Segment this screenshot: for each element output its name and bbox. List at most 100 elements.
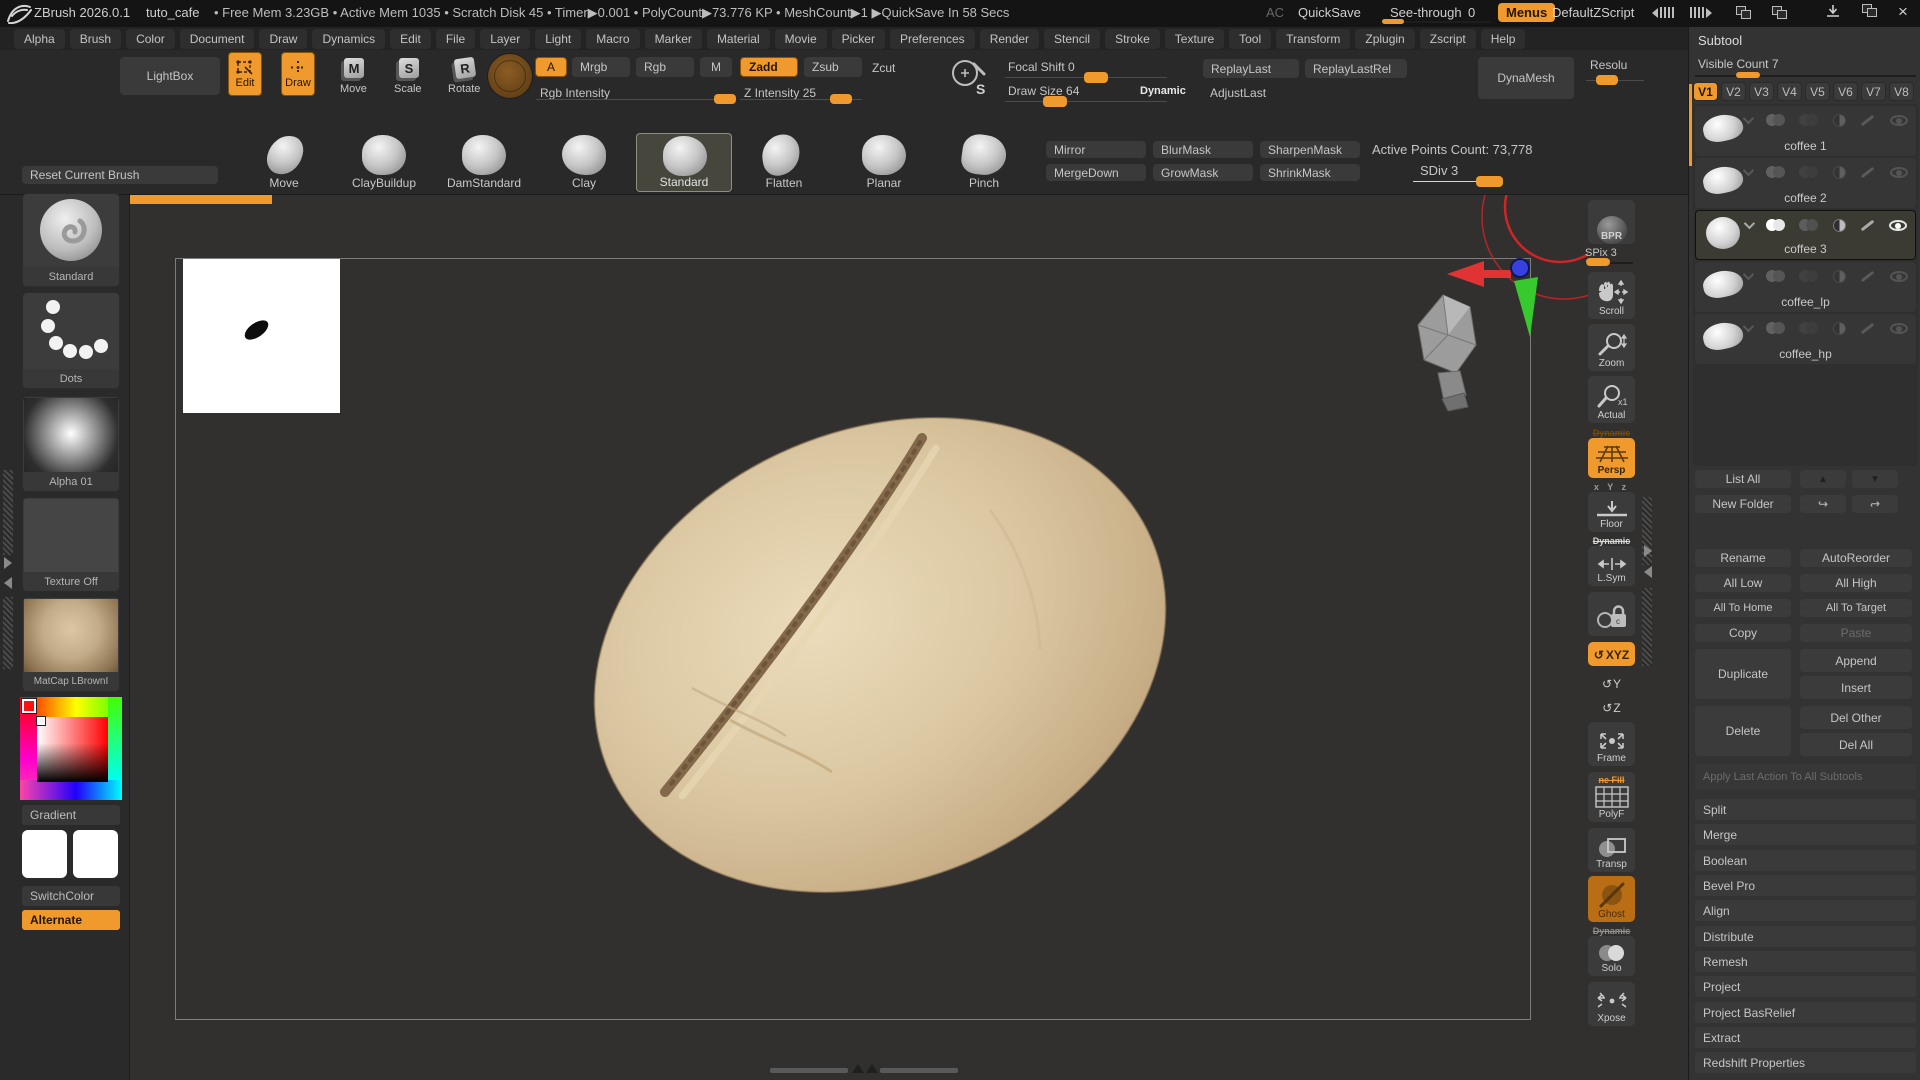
rotate-y-button[interactable]: ↺Y bbox=[1588, 672, 1635, 694]
sv-cursor[interactable] bbox=[37, 717, 45, 725]
navigation-gizmo[interactable] bbox=[1408, 195, 1588, 435]
rgb-intensity-slider[interactable]: Rgb Intensity bbox=[540, 86, 610, 100]
chevron-down-icon[interactable] bbox=[1744, 218, 1755, 229]
polypaint-brush-icon[interactable] bbox=[1861, 270, 1875, 282]
dynamesh-button[interactable]: DynaMesh bbox=[1478, 57, 1574, 99]
insert-button[interactable]: Insert bbox=[1800, 676, 1912, 699]
frame-button[interactable]: Frame bbox=[1588, 722, 1635, 766]
boolean-button[interactable]: Boolean bbox=[1695, 850, 1916, 871]
h-scrollbar-right[interactable] bbox=[880, 1068, 958, 1073]
move-gyro-icon[interactable]: M bbox=[344, 58, 364, 78]
ghost-button[interactable]: Ghost bbox=[1588, 876, 1635, 922]
menu-marker[interactable]: Marker bbox=[645, 29, 702, 49]
project-basrelief-button[interactable]: Project BasRelief bbox=[1695, 1002, 1916, 1023]
right-scroll-strip-2[interactable] bbox=[1642, 588, 1652, 666]
shade-toggle-icon[interactable] bbox=[1799, 322, 1818, 334]
brush-tile-damstandard[interactable]: DamStandard bbox=[436, 133, 532, 192]
close-button[interactable]: × bbox=[1898, 2, 1908, 22]
subtool-row-coffee-1[interactable]: coffee 1 bbox=[1695, 106, 1916, 156]
blurmask-button[interactable]: BlurMask bbox=[1153, 141, 1253, 158]
autoreorder-button[interactable]: AutoReorder bbox=[1800, 549, 1912, 567]
sdiv-slider[interactable]: SDiv 3 bbox=[1420, 163, 1458, 178]
focal-shift-slider[interactable]: Focal Shift 0 bbox=[1008, 60, 1075, 74]
remesh-button[interactable]: Remesh bbox=[1695, 951, 1916, 972]
menu-alpha[interactable]: Alpha bbox=[14, 29, 65, 49]
tab-v2[interactable]: V2 bbox=[1721, 82, 1746, 101]
bpr-button[interactable]: BPR bbox=[1588, 200, 1635, 244]
menu-stencil[interactable]: Stencil bbox=[1044, 29, 1100, 49]
rename-button[interactable]: Rename bbox=[1695, 549, 1791, 567]
floor-axes-toggle[interactable]: x Y z bbox=[1588, 482, 1635, 492]
brush-tile-planar[interactable]: Planar bbox=[836, 133, 932, 192]
move-subtool-up-button[interactable]: ▲ bbox=[1800, 470, 1846, 488]
tray-collapse-arrow-icon[interactable] bbox=[1644, 566, 1652, 578]
left-scroll-strip-2[interactable] bbox=[3, 597, 13, 669]
shade-toggle-icon[interactable] bbox=[1799, 114, 1818, 126]
visibility-eye-icon[interactable] bbox=[1890, 323, 1908, 334]
mrgb-button[interactable]: Mrgb bbox=[572, 57, 630, 77]
scale-gyro-icon[interactable]: S bbox=[399, 58, 419, 78]
brush-tile-clay[interactable]: Clay bbox=[536, 133, 632, 192]
transparency-button[interactable]: Transp bbox=[1588, 828, 1635, 872]
menu-picker[interactable]: Picker bbox=[832, 29, 885, 49]
menu-color[interactable]: Color bbox=[126, 29, 175, 49]
color-picker[interactable] bbox=[20, 697, 122, 800]
z-intensity-handle[interactable] bbox=[830, 94, 852, 104]
rotate-z-button[interactable]: ↺Z bbox=[1588, 696, 1635, 718]
sdiv-handle[interactable] bbox=[1476, 176, 1503, 187]
gradient-toggle[interactable]: Gradient bbox=[22, 805, 120, 825]
matcap-tile[interactable]: MatCap LBrownI bbox=[22, 597, 120, 692]
scroll-up-arrow-icon[interactable] bbox=[852, 1064, 864, 1073]
paint-toggle-icon[interactable] bbox=[1766, 166, 1785, 178]
zoom-button[interactable]: Zoom bbox=[1588, 324, 1635, 371]
see-through-slider-label[interactable]: See-through bbox=[1390, 5, 1462, 20]
local-symmetry-button[interactable]: L.Sym bbox=[1588, 546, 1635, 586]
apply-last-action-button[interactable]: Apply Last Action To All Subtools bbox=[1695, 764, 1916, 790]
redshift-properties-button[interactable]: Redshift Properties bbox=[1695, 1052, 1916, 1073]
brush-tile-claybuildup[interactable]: ClayBuildup bbox=[336, 133, 432, 192]
growmask-button[interactable]: GrowMask bbox=[1153, 164, 1253, 181]
persp-dynamic-label[interactable]: Dynamic bbox=[1588, 428, 1635, 438]
m-button[interactable]: M bbox=[700, 57, 732, 77]
expand-right-arrow-icon[interactable] bbox=[4, 557, 12, 569]
menu-layer[interactable]: Layer bbox=[480, 29, 530, 49]
scale-label[interactable]: Scale bbox=[394, 83, 422, 95]
rotate-label[interactable]: Rotate bbox=[448, 83, 480, 95]
dynamesh-resolution-slider[interactable]: Resolu bbox=[1590, 58, 1627, 72]
rgb-button[interactable]: Rgb bbox=[636, 57, 694, 77]
brush-tile-pinch[interactable]: Pinch bbox=[936, 133, 1032, 192]
list-all-button[interactable]: List All bbox=[1695, 470, 1791, 488]
all-to-target-button[interactable]: All To Target bbox=[1800, 599, 1912, 617]
mergedown-button[interactable]: MergeDown bbox=[1046, 164, 1146, 181]
paste-button[interactable]: Paste bbox=[1800, 624, 1912, 642]
duplicate-button[interactable]: Duplicate bbox=[1695, 649, 1791, 699]
chevron-down-icon[interactable] bbox=[1743, 113, 1754, 124]
paint-toggle-icon[interactable] bbox=[1766, 270, 1785, 282]
paint-toggle-icon[interactable] bbox=[1766, 219, 1785, 231]
brush-tile-flatten[interactable]: Flatten bbox=[736, 133, 832, 192]
sculptris-pro-icon[interactable]: S bbox=[950, 58, 984, 92]
shrink-right-ui-button[interactable] bbox=[1690, 7, 1712, 18]
menu-preferences[interactable]: Preferences bbox=[890, 29, 975, 49]
move-to-folder-button[interactable]: ↪ bbox=[1800, 495, 1846, 513]
lock-camera-button[interactable]: c bbox=[1588, 592, 1635, 636]
draw-size-handle[interactable] bbox=[1043, 96, 1067, 107]
chevron-down-icon[interactable] bbox=[1743, 269, 1754, 280]
brush-tile-move[interactable]: Move bbox=[236, 133, 332, 192]
sharpenmask-button[interactable]: SharpenMask bbox=[1260, 141, 1360, 158]
visibility-eye-icon[interactable] bbox=[1890, 271, 1908, 282]
menu-file[interactable]: File bbox=[436, 29, 475, 49]
copy-button[interactable]: Copy bbox=[1695, 624, 1791, 642]
difference-toggle-icon[interactable] bbox=[1833, 166, 1846, 179]
sv-square[interactable] bbox=[37, 717, 108, 782]
menu-document[interactable]: Document bbox=[180, 29, 255, 49]
palette-title[interactable]: Subtool bbox=[1698, 33, 1742, 48]
tab-v6[interactable]: V6 bbox=[1833, 82, 1858, 101]
move-subtool-down-button[interactable]: ▼ bbox=[1852, 470, 1898, 488]
visible-count-handle[interactable] bbox=[1736, 72, 1760, 78]
collapse-left-arrow-icon[interactable] bbox=[4, 577, 12, 589]
difference-toggle-icon[interactable] bbox=[1833, 114, 1846, 127]
del-other-button[interactable]: Del Other bbox=[1800, 706, 1912, 729]
menu-light[interactable]: Light bbox=[535, 29, 581, 49]
menu-stroke[interactable]: Stroke bbox=[1105, 29, 1160, 49]
